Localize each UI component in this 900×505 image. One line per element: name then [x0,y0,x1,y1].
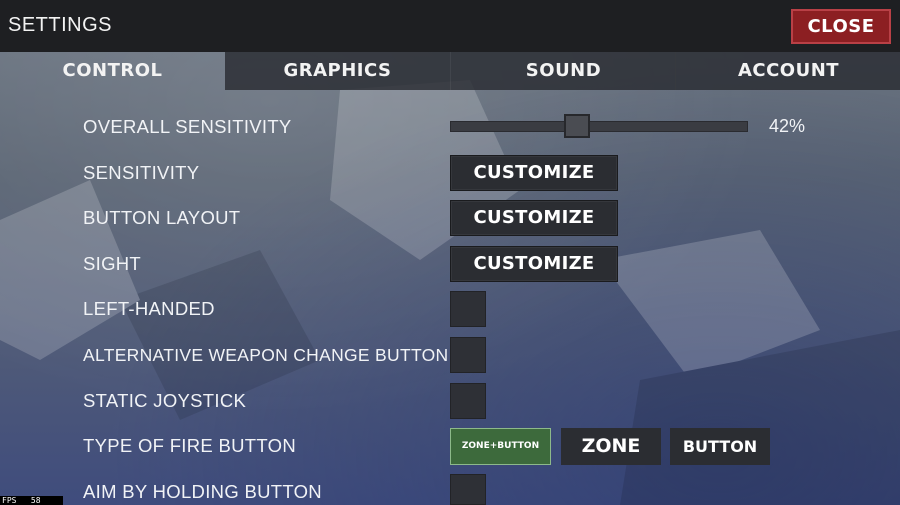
fire-button-type-label: TYPE OF FIRE BUTTON [83,435,296,456]
sight-label: SIGHT [83,253,142,274]
sight-customize-button[interactable]: CUSTOMIZE [450,246,618,282]
top-bar: SETTINGS CLOSE [0,0,900,52]
tab-graphics[interactable]: GRAPHICS [225,52,450,90]
tab-sound[interactable]: SOUND [450,52,676,90]
sensitivity-slider-handle[interactable] [564,114,591,138]
sensitivity-slider-track[interactable] [450,121,748,132]
aim-by-holding-checkbox[interactable] [450,474,486,505]
fire-option-zone-button[interactable]: ZONE+BUTTON [450,428,551,465]
close-button[interactable]: CLOSE [791,9,891,44]
button-layout-label: BUTTON LAYOUT [83,207,241,228]
tab-bar: CONTROL GRAPHICS SOUND ACCOUNT [0,52,900,90]
static-joystick-label: STATIC JOYSTICK [83,390,247,411]
aim-by-holding-label: AIM BY HOLDING BUTTON [83,481,322,502]
fps-label: FPS [2,496,17,505]
sensitivity-customize-button[interactable]: CUSTOMIZE [450,155,618,191]
fire-option-button[interactable]: BUTTON [670,428,770,465]
static-joystick-checkbox[interactable] [450,383,486,419]
overall-sensitivity-label: OVERALL SENSITIVITY [83,116,292,137]
sensitivity-value: 42% [769,116,806,136]
left-handed-label: LEFT-HANDED [83,298,215,319]
fps-counter: FPS 58 [0,496,63,505]
tab-control[interactable]: CONTROL [0,52,225,90]
sensitivity-label: SENSITIVITY [83,162,200,183]
alt-weapon-change-checkbox[interactable] [450,337,486,373]
alt-weapon-change-label: ALTERNATIVE WEAPON CHANGE BUTTON [83,345,449,365]
settings-title: SETTINGS [8,14,113,36]
tab-account[interactable]: ACCOUNT [675,52,900,90]
left-handed-checkbox[interactable] [450,291,486,327]
fire-option-zone[interactable]: ZONE [561,428,661,465]
fps-value: 58 [30,496,41,505]
button-layout-customize-button[interactable]: CUSTOMIZE [450,200,618,236]
